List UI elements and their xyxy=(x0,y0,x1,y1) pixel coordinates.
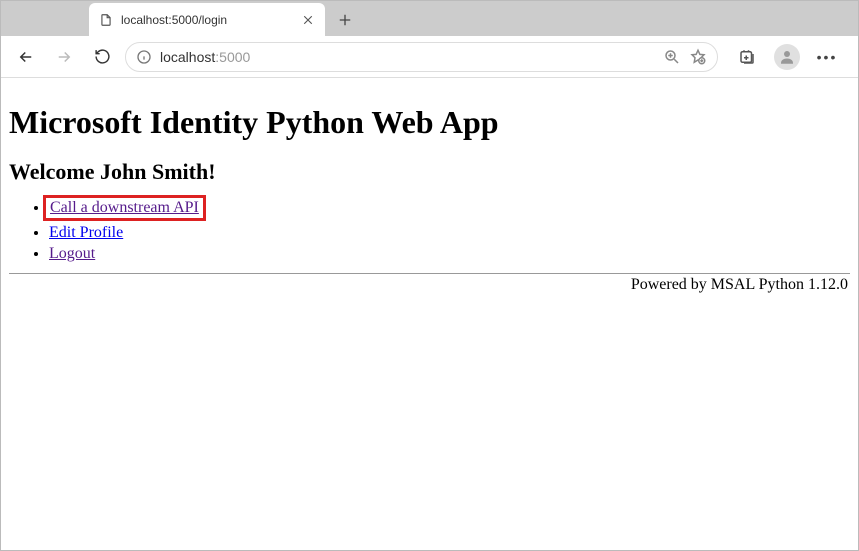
page-title: Microsoft Identity Python Web App xyxy=(9,104,850,141)
site-info-icon[interactable] xyxy=(136,49,152,65)
list-item: Call a downstream API xyxy=(49,195,850,221)
action-list: Call a downstream API Edit Profile Logou… xyxy=(9,195,850,263)
footer-text: Powered by MSAL Python 1.12.0 xyxy=(9,276,850,294)
list-item: Logout xyxy=(49,245,850,263)
edit-profile-link[interactable]: Edit Profile xyxy=(49,224,123,241)
page-icon xyxy=(99,13,113,27)
refresh-button[interactable] xyxy=(87,42,117,72)
list-item: Edit Profile xyxy=(49,224,850,242)
zoom-icon[interactable] xyxy=(663,48,681,66)
browser-toolbar: localhost:5000 ••• xyxy=(1,36,858,78)
profile-button[interactable] xyxy=(772,42,802,72)
call-api-link[interactable]: Call a downstream API xyxy=(50,199,199,216)
divider xyxy=(9,273,850,274)
url-host: localhost xyxy=(160,49,215,65)
favorite-icon[interactable] xyxy=(689,48,707,66)
close-tab-button[interactable] xyxy=(301,13,315,27)
browser-tab[interactable]: localhost:5000/login xyxy=(89,3,325,36)
tab-title: localhost:5000/login xyxy=(121,13,293,27)
url-path: :5000 xyxy=(215,49,250,65)
welcome-heading: Welcome John Smith! xyxy=(9,159,850,185)
forward-button[interactable] xyxy=(49,42,79,72)
url-text: localhost:5000 xyxy=(160,49,655,65)
address-bar[interactable]: localhost:5000 xyxy=(125,42,718,72)
new-tab-button[interactable] xyxy=(331,6,359,34)
page-content: Microsoft Identity Python Web App Welcom… xyxy=(1,78,858,302)
back-button[interactable] xyxy=(11,42,41,72)
collections-button[interactable] xyxy=(732,42,762,72)
highlight-box: Call a downstream API xyxy=(43,195,206,221)
logout-link[interactable]: Logout xyxy=(49,245,95,262)
menu-button[interactable]: ••• xyxy=(812,42,842,72)
avatar-icon xyxy=(774,44,800,70)
tab-strip: localhost:5000/login xyxy=(1,1,858,36)
